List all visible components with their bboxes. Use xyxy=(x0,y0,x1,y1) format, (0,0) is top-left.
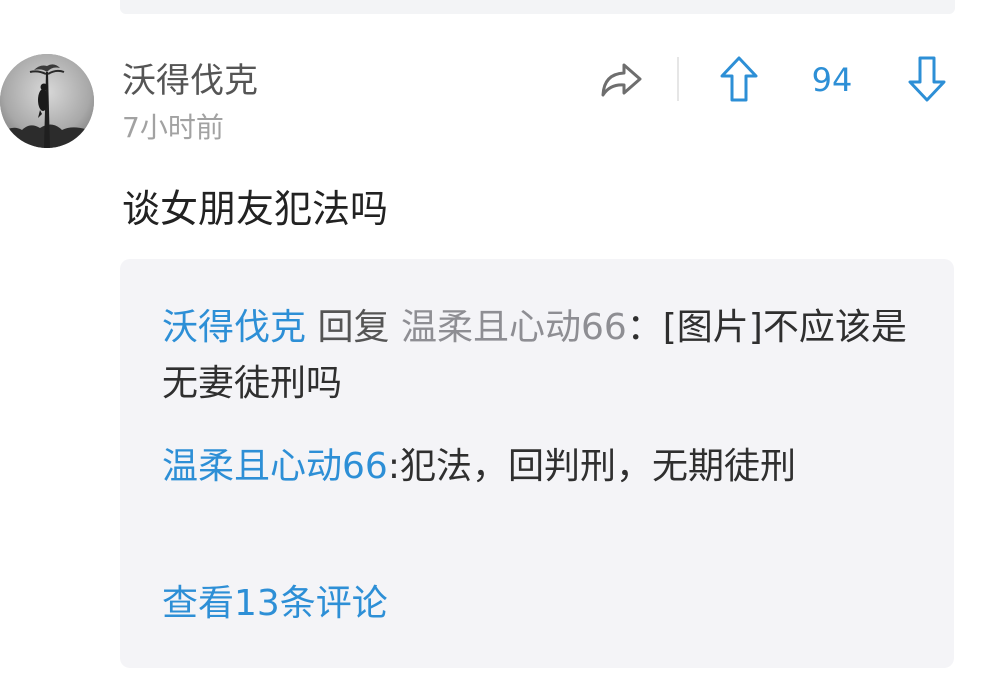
reply-label: 回复 xyxy=(317,307,390,348)
reply-text: 犯法，回判刑，无期徒刑 xyxy=(399,446,796,487)
reply-author[interactable]: 温柔且心动66 xyxy=(162,446,388,487)
previous-item-divider xyxy=(120,0,955,14)
vote-count: 94 xyxy=(811,61,853,99)
avatar[interactable] xyxy=(0,54,94,148)
action-divider xyxy=(677,57,679,101)
comment-text: 谈女朋友犯法吗 xyxy=(122,187,389,231)
reply-separator: ： xyxy=(626,307,663,348)
reply-item[interactable]: 温柔且心动66:犯法，回判刑，无期徒刑 xyxy=(162,439,922,495)
share-button[interactable] xyxy=(594,55,648,105)
reply-target[interactable]: 温柔且心动66 xyxy=(401,307,627,348)
reply-author[interactable]: 沃得伐克 xyxy=(162,307,306,348)
comment-author[interactable]: 沃得伐克 xyxy=(122,59,258,103)
comment-timestamp: 7小时前 xyxy=(122,111,224,144)
upvote-button[interactable] xyxy=(712,52,766,106)
reply-item[interactable]: 沃得伐克 回复 温柔且心动66：[图片]不应该是无妻徒刑吗 xyxy=(162,300,922,412)
arrow-down-icon xyxy=(908,56,946,102)
avatar-image xyxy=(0,54,94,148)
reply-separator: : xyxy=(387,446,400,487)
share-arrow-icon xyxy=(601,63,642,97)
view-more-comments-link[interactable]: 查看13条评论 xyxy=(162,580,388,628)
reply-preview-box[interactable]: 沃得伐克 回复 温柔且心动66：[图片]不应该是无妻徒刑吗 温柔且心动66:犯法… xyxy=(120,259,954,668)
downvote-button[interactable] xyxy=(900,52,954,106)
arrow-up-icon xyxy=(720,56,758,102)
